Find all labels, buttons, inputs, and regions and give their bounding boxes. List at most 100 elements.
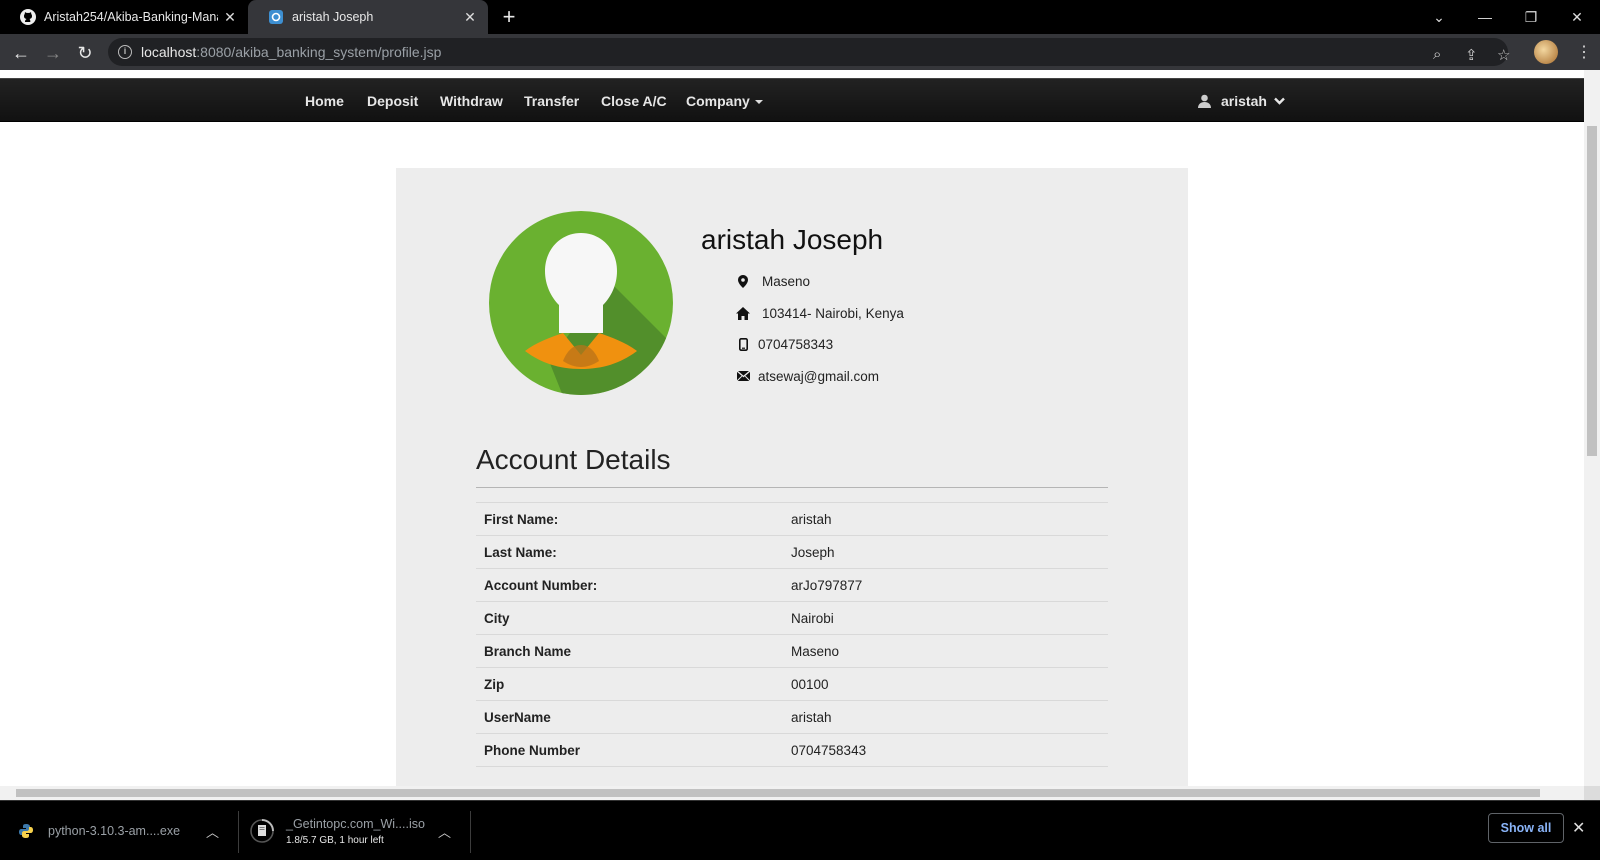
row-value: aristah [783,700,1108,734]
user-menu[interactable]: aristah [1198,79,1285,123]
divider [470,811,471,853]
horizontal-scrollbar[interactable] [0,786,1584,800]
browser-profile-avatar[interactable] [1534,40,1558,64]
restore-icon[interactable]: ❐ [1508,0,1554,34]
scrollbar-thumb[interactable] [1587,126,1597,456]
page-viewport: Home Deposit Withdraw Transfer Close A/C… [0,70,1584,786]
tab-profile[interactable]: aristah Joseph ✕ [248,0,488,34]
avatar [489,211,673,395]
row-label: City [476,601,783,635]
tab-label: aristah Joseph [292,10,374,24]
row-value: arJo797877 [783,568,1108,602]
table-row: City Nairobi [476,601,1108,635]
location-row: Maseno [736,271,810,291]
site-info-icon[interactable]: i [118,45,132,59]
mobile-phone-icon [736,337,750,351]
close-tab-icon[interactable]: ✕ [218,9,242,26]
window-close-icon[interactable]: ✕ [1554,0,1600,34]
download-item-python[interactable]: python-3.10.3-am....exe ︿ [18,801,223,861]
table-row: Phone Number 0704758343 [476,733,1108,767]
browser-menu-icon[interactable]: ⋮ [1576,42,1592,62]
github-icon [20,9,36,25]
email-text: atsewaj@gmail.com [758,368,879,384]
download-filename: python-3.10.3-am....exe [48,824,181,838]
table-row: Branch Name Maseno [476,634,1108,668]
nav-home[interactable]: Home [305,79,344,123]
home-icon [736,306,750,320]
download-info: _Getintopc.com_Wi....iso 1.8/5.7 GB, 1 h… [286,817,425,846]
zoom-icon[interactable]: ⌕ [1433,46,1441,63]
show-all-button[interactable]: Show all [1488,813,1564,843]
disc-image-file-icon [250,819,274,843]
bookmark-star-icon[interactable]: ☆ [1497,46,1510,64]
row-label: UserName [476,700,783,734]
nav-withdraw[interactable]: Withdraw [440,79,503,123]
row-value: Nairobi [783,601,1108,635]
account-details-heading: Account Details [476,444,671,475]
row-value: Joseph [783,535,1108,569]
account-details-table: First Name: aristah Last Name: Joseph Acco… [476,502,1108,767]
browser-tab-strip: Aristah254/Akiba-Banking-Manag ✕ aristah… [0,0,1600,34]
row-label: First Name: [476,502,783,536]
profile-name: aristah Joseph [701,224,884,255]
chevron-up-icon[interactable]: ︿ [206,822,219,841]
location-text: Maseno [762,273,811,289]
tab-search-chevron-icon[interactable]: ⌄ [1416,0,1462,34]
tab-label: Aristah254/Akiba-Banking-Manag [44,10,218,24]
email-row: atsewaj@gmail.com [736,366,879,386]
download-item-iso[interactable]: _Getintopc.com_Wi....iso 1.8/5.7 GB, 1 h… [250,801,455,861]
company-label: Company [686,93,750,109]
profile-panel: aristah Joseph Maseno 103414- Nairobi, K… [396,168,1188,786]
row-value: Maseno [783,634,1108,668]
url-path: :8080/akiba_banking_system/profile.jsp [196,44,442,60]
nav-transfer[interactable]: Transfer [524,79,579,123]
envelope-icon [736,369,750,383]
tab-github[interactable]: Aristah254/Akiba-Banking-Manag ✕ [0,0,248,34]
divider [238,811,239,853]
address-bar[interactable]: i localhost:8080/akiba_banking_system/pr… [108,38,1510,66]
nav-company-dropdown[interactable]: Company [686,79,763,123]
table-row: UserName aristah [476,700,1108,734]
row-label: Last Name: [476,535,783,569]
chevron-up-icon[interactable]: ︿ [438,822,451,841]
row-label: Zip [476,667,783,701]
row-value: 0704758343 [783,733,1108,767]
table-row: First Name: aristah [476,502,1108,536]
download-status: 1.8/5.7 GB, 1 hour left [286,834,384,846]
map-marker-icon [736,274,750,288]
scroll-corner [1584,786,1600,800]
site-navbar: Home Deposit Withdraw Transfer Close A/C… [0,78,1584,122]
row-label: Account Number: [476,568,783,602]
row-label: Phone Number [476,733,783,767]
minimize-icon[interactable]: — [1462,0,1508,34]
phone-row: 0704758343 [736,334,833,354]
user-name: aristah [1221,93,1267,109]
chevron-down-icon [1273,97,1285,105]
nav-close-account[interactable]: Close A/C [601,79,667,123]
scrollbar-thumb[interactable] [16,789,1540,797]
download-filename: _Getintopc.com_Wi....iso [286,816,425,831]
close-tab-icon[interactable]: ✕ [458,9,482,26]
phone-text: 0704758343 [758,336,834,352]
row-label: Branch Name [476,634,783,668]
table-row: Account Number: arJo797877 [476,568,1108,602]
vertical-scrollbar[interactable] [1584,70,1600,786]
caret-down-icon [754,100,763,105]
table-row: Zip 00100 [476,667,1108,701]
browser-toolbar: ← → ↻ i localhost:8080/akiba_banking_sys… [0,34,1600,70]
reload-icon[interactable]: ↻ [72,40,98,66]
address-row: 103414- Nairobi, Kenya [736,303,904,323]
close-shelf-icon[interactable]: ✕ [1572,818,1585,838]
download-shelf: python-3.10.3-am....exe ︿ _Getintopc.com… [0,800,1600,860]
row-value: aristah [783,502,1108,536]
row-value: 00100 [783,667,1108,701]
share-icon[interactable]: ⇪ [1465,46,1478,64]
python-file-icon [18,823,34,839]
forward-arrow-icon[interactable]: → [40,40,66,66]
back-arrow-icon[interactable]: ← [8,40,34,66]
nav-deposit[interactable]: Deposit [367,79,418,123]
new-tab-plus-icon[interactable]: + [497,6,521,30]
url-host: localhost [141,44,197,60]
user-icon [1198,94,1211,108]
table-row: Last Name: Joseph [476,535,1108,569]
